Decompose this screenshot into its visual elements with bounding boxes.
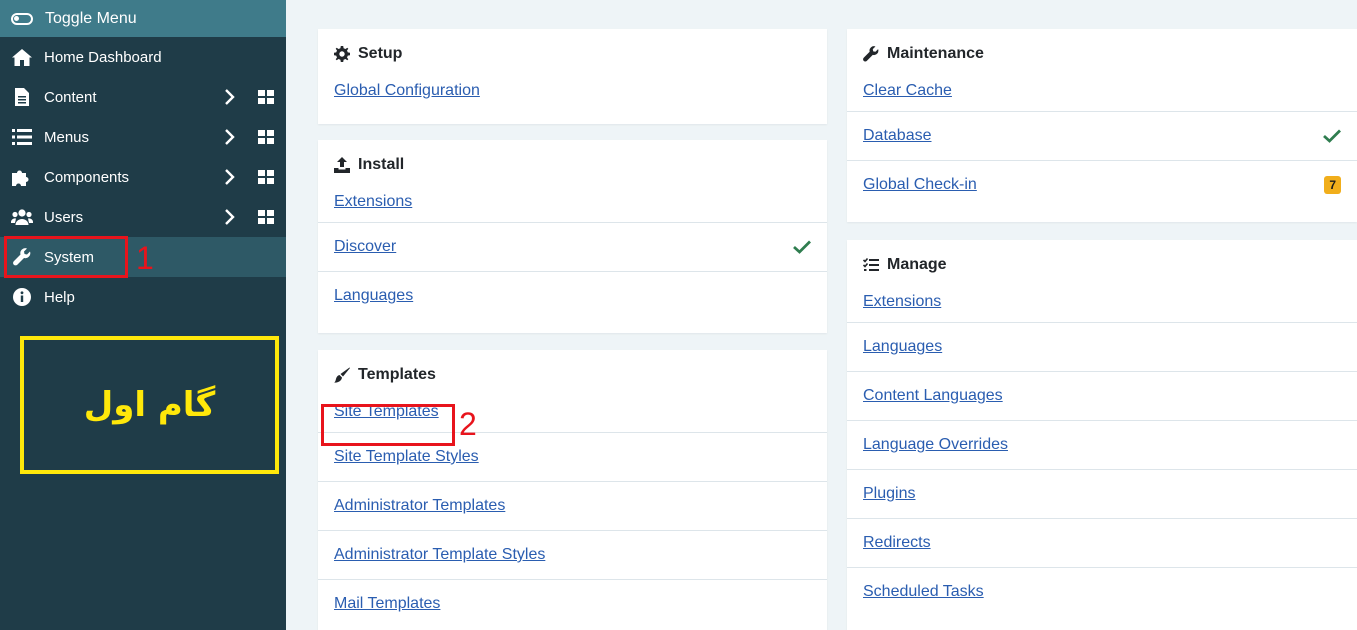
step-annotation-text: گام اول xyxy=(83,385,216,425)
sidebar-item-help[interactable]: Help xyxy=(0,277,286,317)
sidebar-item-content[interactable]: Content xyxy=(0,77,286,117)
content-languages-link[interactable]: Content Languages xyxy=(863,387,1003,405)
file-icon xyxy=(11,87,33,107)
list-item: Mail Templates xyxy=(318,579,827,628)
mail-templates-link[interactable]: Mail Templates xyxy=(334,595,440,613)
list-item: Discover xyxy=(318,222,827,271)
list-icon xyxy=(11,127,33,147)
sidebar-item-label: Components xyxy=(44,168,130,186)
sidebar-item-label: Users xyxy=(44,208,84,226)
list-item: Languages xyxy=(318,271,827,320)
discover-link[interactable]: Discover xyxy=(334,238,396,256)
manage-extensions-link[interactable]: Extensions xyxy=(863,293,941,311)
list-item: Global Configuration xyxy=(318,70,827,111)
gear-icon xyxy=(334,45,350,62)
list-item: Extensions xyxy=(318,181,827,222)
setup-card-title: Setup xyxy=(358,44,403,62)
list-item: Administrator Templates xyxy=(318,481,827,530)
dashboard-icon[interactable] xyxy=(258,210,274,224)
list-item: Language Overrides xyxy=(847,420,1357,469)
list-item: Content Languages xyxy=(847,371,1357,420)
maintenance-card: Maintenance Clear Cache Database Global … xyxy=(847,29,1357,222)
wrench-icon xyxy=(863,45,879,62)
list-item: Clear Cache xyxy=(847,70,1357,111)
chevron-right-icon[interactable] xyxy=(222,129,238,145)
site-templates-highlight-box xyxy=(321,404,455,446)
sidebar-item-home-dashboard[interactable]: Home Dashboard xyxy=(0,37,286,77)
sidebar-item-menus[interactable]: Menus xyxy=(0,117,286,157)
install-card: Install Extensions Discover Languages xyxy=(318,140,827,333)
check-icon xyxy=(1323,129,1341,143)
scheduled-tasks-link[interactable]: Scheduled Tasks xyxy=(863,583,984,601)
step-2-number: 2 xyxy=(459,406,477,442)
setup-card: Setup Global Configuration xyxy=(318,29,827,124)
templates-card: Templates Site Templates Site Template S… xyxy=(318,350,827,630)
list-item: Administrator Template Styles xyxy=(318,530,827,579)
toggle-menu-button[interactable]: Toggle Menu xyxy=(0,0,286,37)
templates-card-title: Templates xyxy=(358,365,436,383)
manage-card-title: Manage xyxy=(887,255,947,273)
install-languages-link[interactable]: Languages xyxy=(334,287,413,305)
sidebar-item-components[interactable]: Components xyxy=(0,157,286,197)
sidebar-item-label: Content xyxy=(44,88,97,106)
sidebar: Toggle Menu Home Dashboard Content Menus… xyxy=(0,0,286,630)
administrator-template-styles-link[interactable]: Administrator Template Styles xyxy=(334,546,545,564)
chevron-right-icon[interactable] xyxy=(222,169,238,185)
dashboard-icon[interactable] xyxy=(258,90,274,104)
sidebar-item-label: Menus xyxy=(44,128,90,146)
database-link[interactable]: Database xyxy=(863,127,932,145)
check-icon xyxy=(793,240,811,254)
sidebar-item-users[interactable]: Users xyxy=(0,197,286,237)
system-highlight-box xyxy=(4,236,128,278)
checklist-icon xyxy=(863,257,879,273)
dashboard-icon[interactable] xyxy=(258,170,274,184)
toggle-icon xyxy=(11,12,33,25)
list-item: Plugins xyxy=(847,469,1357,518)
list-item: Extensions xyxy=(847,281,1357,322)
manage-card: Manage Extensions Languages Content Lang… xyxy=(847,240,1357,630)
sidebar-item-label: Home Dashboard xyxy=(44,48,162,66)
install-extensions-link[interactable]: Extensions xyxy=(334,193,412,211)
clear-cache-link[interactable]: Clear Cache xyxy=(863,82,952,100)
list-item: Scheduled Tasks xyxy=(847,567,1357,616)
puzzle-icon xyxy=(11,167,33,187)
list-item: Languages xyxy=(847,322,1357,371)
info-icon xyxy=(11,287,33,307)
brush-icon xyxy=(334,367,350,383)
chevron-right-icon[interactable] xyxy=(222,89,238,105)
toggle-menu-label: Toggle Menu xyxy=(45,9,137,27)
administrator-templates-link[interactable]: Administrator Templates xyxy=(334,497,505,515)
manage-languages-link[interactable]: Languages xyxy=(863,338,942,356)
install-card-title: Install xyxy=(358,155,405,173)
home-icon xyxy=(11,47,33,67)
list-item: Database xyxy=(847,111,1357,160)
dashboard-icon[interactable] xyxy=(258,130,274,144)
global-check-in-link[interactable]: Global Check-in xyxy=(863,176,977,194)
global-configuration-link[interactable]: Global Configuration xyxy=(334,82,480,100)
plugins-link[interactable]: Plugins xyxy=(863,485,915,503)
list-item: Redirects xyxy=(847,518,1357,567)
check-in-count-badge: 7 xyxy=(1324,176,1341,194)
list-item: Global Check-in 7 xyxy=(847,160,1357,209)
redirects-link[interactable]: Redirects xyxy=(863,534,931,552)
maintenance-card-title: Maintenance xyxy=(887,44,984,62)
chevron-right-icon[interactable] xyxy=(222,209,238,225)
site-template-styles-link[interactable]: Site Template Styles xyxy=(334,448,479,466)
sidebar-item-label: Help xyxy=(44,288,75,306)
users-icon xyxy=(11,207,33,227)
upload-icon xyxy=(334,156,350,173)
step-annotation-box: گام اول xyxy=(20,336,279,474)
step-1-number: 1 xyxy=(136,240,154,276)
language-overrides-link[interactable]: Language Overrides xyxy=(863,436,1008,454)
